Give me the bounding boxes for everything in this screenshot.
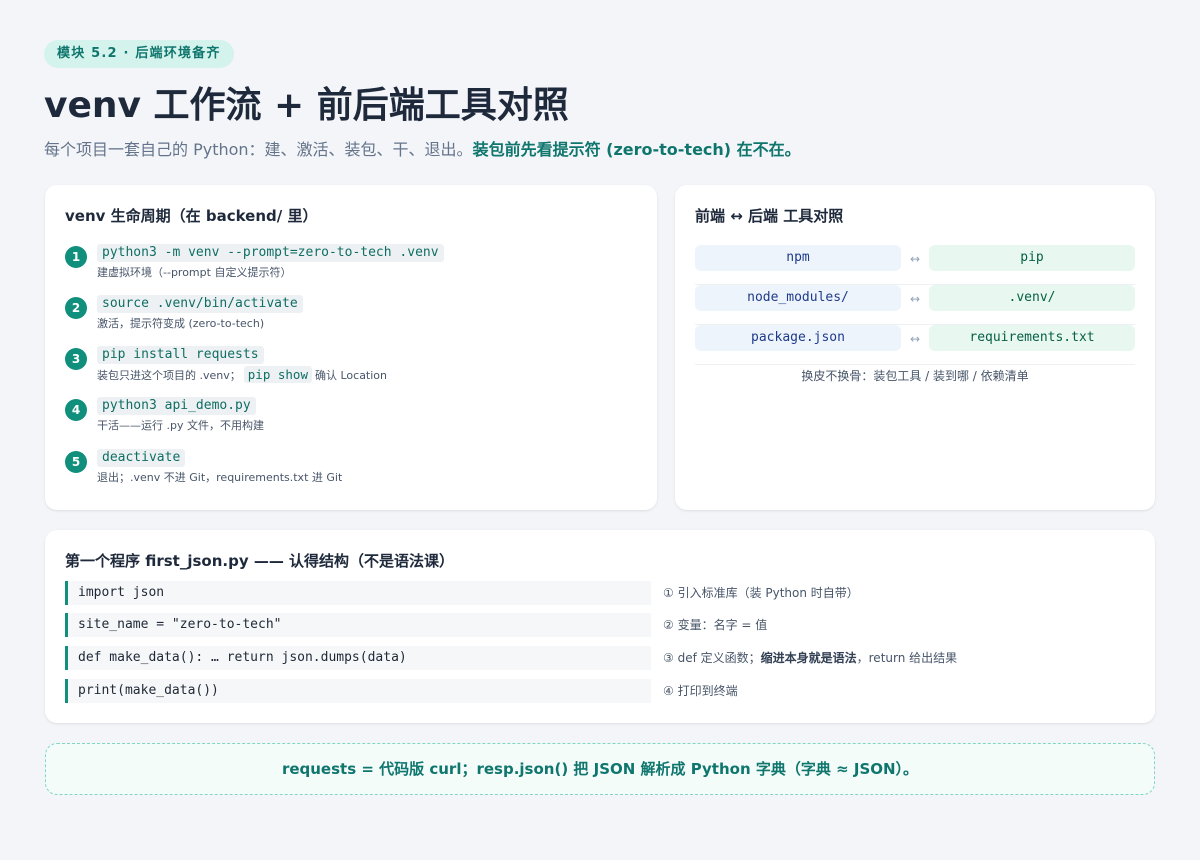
bidirectional-arrow-icon: ↔ xyxy=(909,332,921,346)
tool-pair-row: npm ↔ pip xyxy=(695,245,1135,285)
step-command: python3 api_demo.py xyxy=(97,397,256,415)
code-row: import json ① 引入标准库（装 Python 时自带） xyxy=(65,581,1135,605)
lifecycle-step: 5 deactivate 退出；.venv 不进 Git，requirement… xyxy=(65,449,645,489)
tool-comparison-card: 前端 ↔ 后端 工具对照 npm ↔ pip node_modules/ ↔ .… xyxy=(675,185,1155,510)
first-program-card: 第一个程序 first_json.py —— 认得结构（不是语法课） impor… xyxy=(45,530,1155,723)
step-description: 建虚拟环境（--prompt 自定义提示符） xyxy=(97,266,292,279)
tool-pair-row: package.json ↔ requirements.txt xyxy=(695,325,1135,365)
page-subtitle: 每个项目一套自己的 Python：建、激活、装包、干、退出。装包前先看提示符 (… xyxy=(44,138,801,162)
code-line: site_name = "zero-to-tech" xyxy=(65,613,651,637)
frontend-tool: package.json xyxy=(695,325,901,351)
venv-lifecycle-card: venv 生命周期（在 backend/ 里） 1 python3 -m ven… xyxy=(45,185,657,510)
code-annotation: ① 引入标准库（装 Python 时自带） xyxy=(663,586,859,600)
lifecycle-title: venv 生命周期（在 backend/ 里） xyxy=(65,207,318,225)
step-command: deactivate xyxy=(97,449,186,467)
step-description-tail: 确认 Location xyxy=(314,369,388,382)
frontend-tool: node_modules/ xyxy=(695,285,901,311)
program-title: 第一个程序 first_json.py —— 认得结构（不是语法课） xyxy=(65,552,455,570)
code-row: def make_data(): … return json.dumps(dat… xyxy=(65,646,1135,670)
tools-note: 换皮不换骨：装包工具 / 装到哪 / 依赖清单 xyxy=(801,369,1029,383)
step-description: 激活，提示符变成 (zero-to-tech) xyxy=(97,317,265,330)
step-number-badge: 4 xyxy=(65,399,87,421)
annotation-text: ③ def 定义函数； xyxy=(663,651,761,665)
subtitle-text: 每个项目一套自己的 Python：建、激活、装包、干、退出。 xyxy=(44,140,473,159)
page-title: venv 工作流 + 前后端工具对照 xyxy=(44,85,569,126)
module-badge: 模块 5.2 · 后端环境备齐 xyxy=(44,40,234,68)
code-annotation: ④ 打印到终端 xyxy=(663,684,738,698)
step-number-badge: 3 xyxy=(65,348,87,370)
code-annotation: ② 变量：名字 = 值 xyxy=(663,618,768,632)
code-line: def make_data(): … return json.dumps(dat… xyxy=(65,646,651,670)
step-description: 退出；.venv 不进 Git，requirements.txt 进 Git xyxy=(97,471,343,484)
code-line: print(make_data()) xyxy=(65,679,651,703)
lifecycle-step: 2 source .venv/bin/activate 激活，提示符变成 (ze… xyxy=(65,295,645,335)
code-annotation: ③ def 定义函数；缩进本身就是语法，return 给出结果 xyxy=(663,646,957,670)
tools-title: 前端 ↔ 后端 工具对照 xyxy=(695,207,844,225)
code-row: print(make_data()) ④ 打印到终端 xyxy=(65,679,1135,703)
summary-callout: requests = 代码版 curl；resp.json() 把 JSON 解… xyxy=(45,743,1155,795)
step-number-badge: 2 xyxy=(65,297,87,319)
lifecycle-step: 3 pip install requests 装包只进这个项目的 .venv； p… xyxy=(65,346,645,386)
subtitle-highlight: 装包前先看提示符 (zero-to-tech) 在不在。 xyxy=(472,140,801,159)
tool-pair-row: node_modules/ ↔ .venv/ xyxy=(695,285,1135,325)
lifecycle-step: 4 python3 api_demo.py 干活——运行 .py 文件，不用构建 xyxy=(65,397,645,437)
step-command: source .venv/bin/activate xyxy=(97,295,303,313)
backend-tool: .venv/ xyxy=(929,285,1135,311)
inline-command: pip show xyxy=(243,366,312,383)
annotation-tail: ，return 给出结果 xyxy=(856,651,958,665)
backend-tool: requirements.txt xyxy=(929,325,1135,351)
frontend-tool: npm xyxy=(695,245,901,271)
step-command: pip install requests xyxy=(97,346,264,364)
bidirectional-arrow-icon: ↔ xyxy=(909,252,921,266)
code-line: import json xyxy=(65,581,651,605)
step-number-badge: 5 xyxy=(65,451,87,473)
step-description: 装包只进这个项目的 .venv； pip show 确认 Location xyxy=(97,366,388,384)
step-command: python3 -m venv --prompt=zero-to-tech .v… xyxy=(97,244,444,262)
bidirectional-arrow-icon: ↔ xyxy=(909,292,921,306)
code-row: site_name = "zero-to-tech" ② 变量：名字 = 值 xyxy=(65,613,1135,637)
lifecycle-step: 1 python3 -m venv --prompt=zero-to-tech … xyxy=(65,244,645,284)
step-description-text: 装包只进这个项目的 .venv； xyxy=(97,369,241,382)
step-number-badge: 1 xyxy=(65,246,87,268)
step-description: 干活——运行 .py 文件，不用构建 xyxy=(97,419,264,432)
backend-tool: pip xyxy=(929,245,1135,271)
annotation-bold: 缩进本身就是语法 xyxy=(760,651,857,665)
